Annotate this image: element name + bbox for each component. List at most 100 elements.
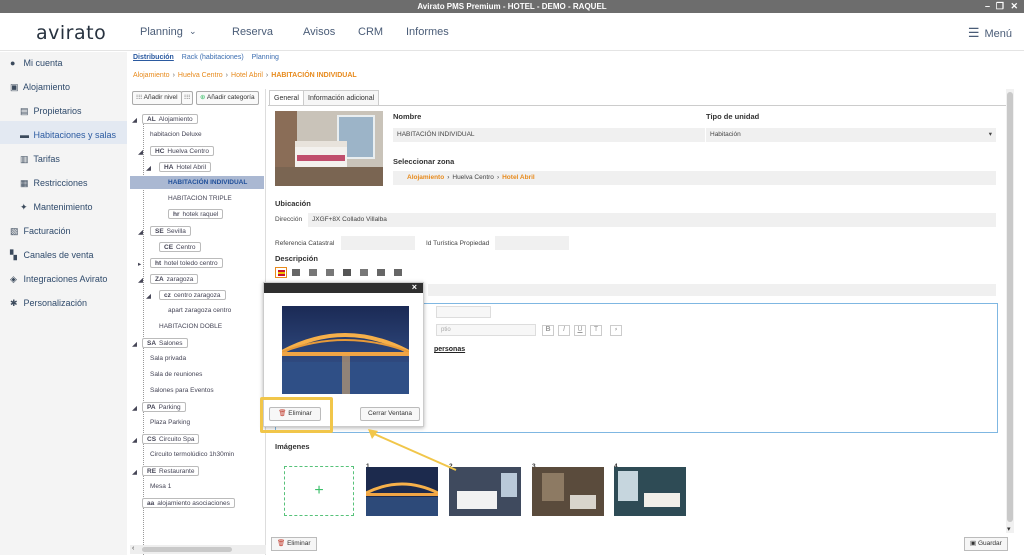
sidebar-item-facturacion[interactable]: ▧ Facturación: [10, 226, 71, 237]
tree-node[interactable]: ZA zaragoza: [150, 274, 199, 284]
tab-informacion-adicional[interactable]: Información adicional: [303, 90, 380, 105]
tree-node[interactable]: RE Restaurante: [142, 466, 200, 476]
strikethrough-icon[interactable]: T: [590, 325, 602, 336]
zona-item[interactable]: Huelva Centro: [452, 174, 494, 181]
sidebar-item-tarifas[interactable]: ▥ Tarifas: [20, 154, 60, 165]
nombre-input[interactable]: HABITACIÓN INDIVIDUAL: [393, 128, 705, 142]
tree-node[interactable]: AL Alojamiento: [142, 114, 198, 124]
flag-italy-icon[interactable]: [326, 269, 334, 276]
sidebar-item-propietarios[interactable]: ▤ Propietarios: [20, 106, 82, 117]
tree-leaf[interactable]: HABITACION TRIPLE: [168, 194, 232, 204]
tipo-unidad-select[interactable]: Habitación ▾: [706, 128, 996, 142]
close-window-icon[interactable]: ✕: [1010, 1, 1018, 12]
tree-node[interactable]: ht hotel toledo centro: [150, 258, 223, 268]
chevron-down-icon[interactable]: ⌄: [189, 26, 197, 37]
sidebar-item-mantenimiento[interactable]: ✦ Mantenimiento: [20, 202, 93, 213]
add-level-button[interactable]: ⁝⁝⁝ Añadir nivel: [132, 91, 182, 105]
scroll-thumb[interactable]: [142, 547, 232, 552]
tree-node[interactable]: SE Sevilla: [150, 226, 191, 236]
tree-node[interactable]: CS Circuito Spa: [142, 434, 200, 444]
expand-icon[interactable]: ▸: [138, 260, 141, 270]
close-window-button[interactable]: Cerrar Ventana: [360, 407, 420, 421]
zona-item[interactable]: Alojamiento: [407, 174, 444, 181]
collapse-icon[interactable]: ◢: [138, 148, 143, 158]
tree-node[interactable]: SA Salones: [142, 338, 188, 348]
ref-catastral-input[interactable]: [341, 236, 415, 250]
sidebar-item-restricciones[interactable]: ▦ Restricciones: [20, 178, 88, 189]
nav-avisos[interactable]: Avisos: [303, 26, 335, 38]
tab-planning[interactable]: Planning: [252, 54, 279, 61]
tree-leaf[interactable]: Sala privada: [150, 354, 186, 364]
italic-icon[interactable]: I: [558, 325, 570, 336]
save-button[interactable]: ▣ Guardar: [964, 537, 1008, 551]
room-main-photo[interactable]: [275, 111, 383, 186]
flag-germany-icon[interactable]: [343, 269, 351, 276]
flag-spain-icon[interactable]: [275, 267, 287, 278]
sidebar-item-habitaciones[interactable]: ▬ Habitaciones y salas: [20, 130, 116, 140]
breadcrumb-item[interactable]: Hotel Abril: [231, 72, 263, 79]
bold-icon[interactable]: B: [542, 325, 554, 336]
tree-leaf[interactable]: apart zaragoza centro: [168, 306, 231, 316]
tab-distribucion[interactable]: Distribución: [133, 54, 174, 61]
underline-icon[interactable]: U: [574, 325, 586, 336]
brand-logo[interactable]: avirato: [36, 22, 106, 44]
tree-node[interactable]: hr hotek raquel: [168, 209, 224, 219]
tree-node[interactable]: CE Centro: [159, 242, 201, 252]
minimize-icon[interactable]: –: [985, 1, 990, 11]
sidebar-item-alojamiento[interactable]: ▣ Alojamiento: [10, 82, 70, 93]
maximize-icon[interactable]: ❐: [996, 1, 1004, 12]
tree-leaf[interactable]: Plaza Parking: [150, 418, 190, 428]
breadcrumb-item[interactable]: Huelva Centro: [178, 72, 223, 79]
font-select[interactable]: ptio: [436, 324, 536, 336]
collapse-icon[interactable]: ◢: [146, 164, 151, 174]
collapse-icon[interactable]: ◢: [138, 228, 143, 238]
flag-uk-icon[interactable]: [292, 269, 300, 276]
tree-leaf-selected[interactable]: HABITACIÓN INDIVIDUAL: [168, 178, 247, 188]
sidebar-item-mi-cuenta[interactable]: ● Mi cuenta: [10, 58, 63, 68]
tree-leaf[interactable]: HABITACION DOBLE: [159, 322, 222, 332]
delete-unit-button[interactable]: 🗑 Eliminar: [271, 537, 317, 551]
add-category-grid-button[interactable]: ⁝⁝⁝: [181, 91, 194, 105]
tree-node[interactable]: PA Parking: [142, 402, 186, 412]
tree-leaf[interactable]: Circuito termolúdico 1h30min: [150, 450, 234, 460]
id-turistica-input[interactable]: [495, 236, 569, 250]
clear-format-icon[interactable]: ⸗: [610, 325, 622, 336]
collapse-icon[interactable]: ◢: [132, 116, 137, 126]
scroll-thumb[interactable]: [1007, 92, 1013, 522]
image-thumb-3[interactable]: [532, 467, 604, 516]
tree-node[interactable]: aa alojamiento asociaciones: [142, 498, 235, 508]
tree-node[interactable]: cz centro zaragoza: [159, 290, 226, 300]
tree-leaf[interactable]: Salones para Eventos: [150, 386, 214, 396]
add-category-button[interactable]: ⊕ Añadir categoría: [196, 91, 259, 105]
nav-reserva[interactable]: Reserva: [232, 26, 273, 38]
main-menu-button[interactable]: ☰ Menú: [968, 25, 1012, 41]
tree-leaf[interactable]: Mesa 1: [150, 482, 171, 492]
image-thumb-4[interactable]: [614, 467, 686, 516]
breadcrumb-item[interactable]: Alojamiento: [133, 72, 170, 79]
flag-netherlands-icon[interactable]: [360, 269, 368, 276]
scroll-left-icon[interactable]: ‹: [132, 545, 134, 552]
nav-crm[interactable]: CRM: [358, 26, 383, 38]
tab-general[interactable]: General: [269, 90, 304, 105]
collapse-icon[interactable]: ◢: [132, 340, 137, 350]
collapse-icon[interactable]: ◢: [146, 292, 151, 302]
nav-planning[interactable]: Planning: [140, 26, 183, 38]
tree-leaf[interactable]: Sala de reuniones: [150, 370, 202, 380]
collapse-icon[interactable]: ◢: [132, 436, 137, 446]
collapse-icon[interactable]: ◢: [138, 276, 143, 286]
sidebar-item-canales[interactable]: ▚ Canales de venta: [10, 250, 94, 261]
format-dropdown[interactable]: [436, 306, 491, 318]
zona-item[interactable]: Hotel Abril: [502, 174, 535, 181]
tree-node[interactable]: HC Huelva Centro: [150, 146, 214, 156]
collapse-icon[interactable]: ◢: [132, 468, 137, 478]
collapse-icon[interactable]: ◢: [132, 404, 137, 414]
flag-france-icon[interactable]: [309, 269, 317, 276]
direccion-input[interactable]: JXGF+8X Collado Villalba: [308, 213, 996, 227]
nav-informes[interactable]: Informes: [406, 26, 449, 38]
flag-russia-icon[interactable]: [394, 269, 402, 276]
tree-leaf[interactable]: habitacion Deluxe: [150, 130, 202, 140]
close-icon[interactable]: ×: [412, 282, 417, 292]
flag-portugal-icon[interactable]: [377, 269, 385, 276]
tree-node[interactable]: HA Hotel Abril: [159, 162, 212, 172]
sidebar-item-personalizacion[interactable]: ✱ Personalización: [10, 298, 87, 309]
